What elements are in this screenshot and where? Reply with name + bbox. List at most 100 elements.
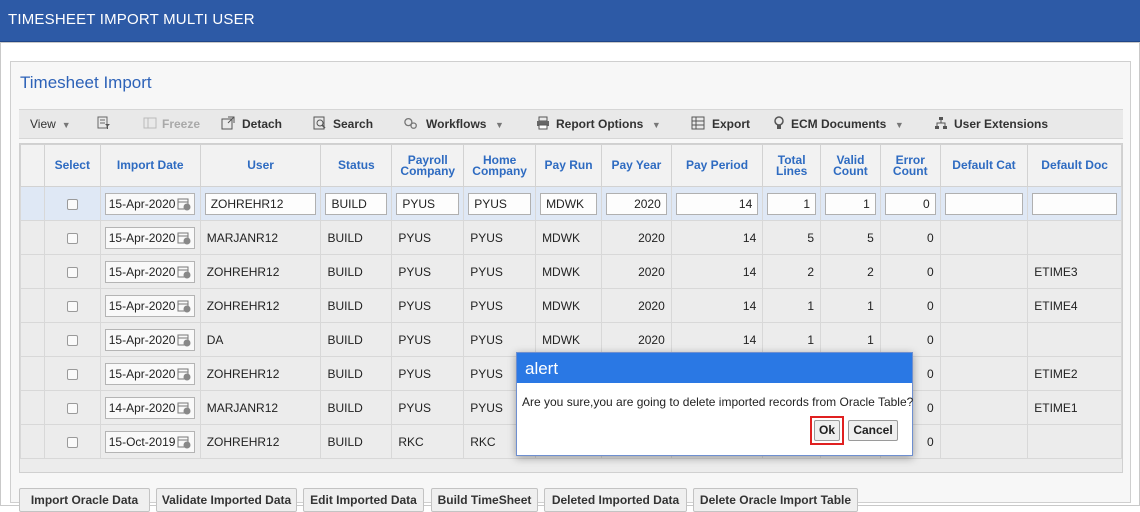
- row-checkbox[interactable]: [66, 232, 78, 244]
- cancel-button[interactable]: Cancel: [848, 420, 898, 441]
- payroll-company-input[interactable]: PYUS: [396, 192, 460, 215]
- default-cat-cell: [939, 390, 1029, 425]
- table-row[interactable]: 15-Apr-2020 ZOHREHR12 BUILD PYUS PYUS MD…: [20, 288, 1122, 323]
- col-error-count[interactable]: Error Count: [879, 144, 941, 187]
- user-cell: ZOHREHR12: [199, 356, 322, 391]
- calendar-icon[interactable]: [177, 333, 191, 347]
- import-date-cell: 15-Apr-2020: [99, 288, 201, 323]
- import-date-cell: 15-Apr-2020: [99, 356, 201, 391]
- pay-year-input[interactable]: 2020: [605, 192, 667, 215]
- freeze-button[interactable]: Freeze: [162, 117, 200, 131]
- home-company-input[interactable]: PYUS: [468, 192, 532, 215]
- col-default-cat[interactable]: Default Cat: [939, 144, 1029, 187]
- row-checkbox[interactable]: [66, 266, 78, 278]
- error-count-input[interactable]: 0: [884, 192, 936, 215]
- export-button[interactable]: Export: [712, 117, 750, 131]
- build-timesheet-button[interactable]: Build TimeSheet: [431, 488, 538, 512]
- alert-dialog-header[interactable]: alert: [517, 353, 912, 383]
- table-row[interactable]: 15-Apr-2020 ZOHREHR12 BUILD PYUS PYUS MD…: [20, 186, 1122, 221]
- ecm-documents-menu[interactable]: ECM Documents ▼: [791, 117, 904, 131]
- default-doc-cell: [1027, 220, 1122, 255]
- error-count-cell: 0: [879, 288, 941, 323]
- total-lines-cell: 1: [762, 186, 822, 221]
- edit-imported-data-button[interactable]: Edit Imported Data: [303, 488, 424, 512]
- import-date-field[interactable]: 15-Apr-2020: [104, 328, 195, 351]
- pay-run-input[interactable]: MDWK: [540, 192, 597, 215]
- default-doc-cell: [1027, 424, 1122, 459]
- error-count-cell: 0: [879, 186, 941, 221]
- col-user[interactable]: User: [199, 144, 322, 187]
- col-valid-count[interactable]: Valid Count: [820, 144, 881, 187]
- import-date-field[interactable]: 15-Apr-2020: [104, 294, 195, 317]
- col-home-company[interactable]: Home Company: [463, 144, 537, 187]
- col-select[interactable]: Select: [43, 144, 101, 187]
- default-doc-cell: ETIME4: [1027, 288, 1122, 323]
- status-cell: BUILD: [320, 322, 393, 357]
- user-extensions-button[interactable]: User Extensions: [954, 117, 1048, 131]
- import-date-field[interactable]: 15-Apr-2020: [104, 260, 195, 283]
- calendar-icon[interactable]: [177, 435, 191, 449]
- error-count-cell: 0: [879, 220, 941, 255]
- import-date-field[interactable]: 15-Apr-2020: [104, 362, 195, 385]
- import-date-field[interactable]: 15-Oct-2019: [104, 430, 195, 453]
- freeze-icon: [143, 117, 157, 129]
- user-cell: ZOHREHR12: [199, 186, 322, 221]
- col-total-lines[interactable]: Total Lines: [762, 144, 822, 187]
- default-cat-cell: [939, 288, 1029, 323]
- col-default-doc[interactable]: Default Doc: [1027, 144, 1122, 187]
- user-input[interactable]: ZOHREHR12: [204, 192, 317, 215]
- deleted-imported-data-button[interactable]: Deleted Imported Data: [544, 488, 687, 512]
- import-date-field[interactable]: 14-Apr-2020: [104, 396, 195, 419]
- col-payroll-company[interactable]: Payroll Company: [391, 144, 465, 187]
- import-date-field[interactable]: 15-Apr-2020: [104, 192, 195, 215]
- pay-run-cell: MDWK: [535, 288, 602, 323]
- report-options-menu[interactable]: Report Options ▼: [556, 117, 661, 131]
- alert-dialog: alert Are you sure,you are going to dele…: [516, 352, 913, 456]
- calendar-icon[interactable]: [177, 299, 191, 313]
- calendar-icon[interactable]: [177, 265, 191, 279]
- table-row[interactable]: 15-Apr-2020 ZOHREHR12 BUILD PYUS PYUS MD…: [20, 254, 1122, 289]
- default-doc-input[interactable]: [1032, 192, 1117, 215]
- import-date-cell: 15-Apr-2020: [99, 220, 201, 255]
- status-cell: BUILD: [320, 390, 393, 425]
- validate-imported-data-button[interactable]: Validate Imported Data: [156, 488, 297, 512]
- filter-icon[interactable]: [97, 116, 111, 130]
- user-cell: ZOHREHR12: [199, 424, 322, 459]
- select-cell: [43, 356, 101, 391]
- status-input[interactable]: BUILD: [325, 192, 388, 215]
- calendar-icon[interactable]: [177, 231, 191, 245]
- import-date-field[interactable]: 15-Apr-2020: [104, 226, 195, 249]
- ok-button[interactable]: Ok: [814, 420, 840, 441]
- default-cat-cell: [939, 356, 1029, 391]
- pay-period-input[interactable]: 14: [675, 192, 759, 215]
- row-checkbox[interactable]: [66, 368, 78, 380]
- row-checkbox[interactable]: [66, 334, 78, 346]
- workflows-menu[interactable]: Workflows ▼: [426, 117, 504, 131]
- import-date-cell: 15-Apr-2020: [99, 322, 201, 357]
- payroll-company-cell: PYUS: [391, 254, 465, 289]
- row-checkbox[interactable]: [66, 402, 78, 414]
- pay-period-cell: 14: [670, 254, 764, 289]
- col-pay-run[interactable]: Pay Run: [535, 144, 602, 187]
- col-pay-period[interactable]: Pay Period: [670, 144, 764, 187]
- search-button[interactable]: Search: [333, 117, 373, 131]
- user-cell: MARJANR12: [199, 390, 322, 425]
- table-row[interactable]: 15-Apr-2020 MARJANR12 BUILD PYUS PYUS MD…: [20, 220, 1122, 255]
- row-checkbox[interactable]: [66, 198, 78, 210]
- row-checkbox[interactable]: [66, 436, 78, 448]
- import-oracle-data-button[interactable]: Import Oracle Data: [19, 488, 150, 512]
- col-pay-year[interactable]: Pay Year: [600, 144, 672, 187]
- col-status[interactable]: Status: [320, 144, 393, 187]
- calendar-icon[interactable]: [177, 401, 191, 415]
- calendar-icon[interactable]: [177, 367, 191, 381]
- default-cat-input[interactable]: [944, 192, 1024, 215]
- view-menu[interactable]: View ▼: [30, 117, 71, 131]
- calendar-icon[interactable]: [177, 197, 191, 211]
- delete-oracle-import-table-button[interactable]: Delete Oracle Import Table: [693, 488, 858, 512]
- detach-button[interactable]: Detach: [242, 117, 282, 131]
- import-date-cell: 15-Oct-2019: [99, 424, 201, 459]
- valid-count-input[interactable]: 1: [825, 192, 876, 215]
- col-import-date[interactable]: Import Date: [99, 144, 201, 187]
- row-checkbox[interactable]: [66, 300, 78, 312]
- total-lines-input[interactable]: 1: [767, 192, 817, 215]
